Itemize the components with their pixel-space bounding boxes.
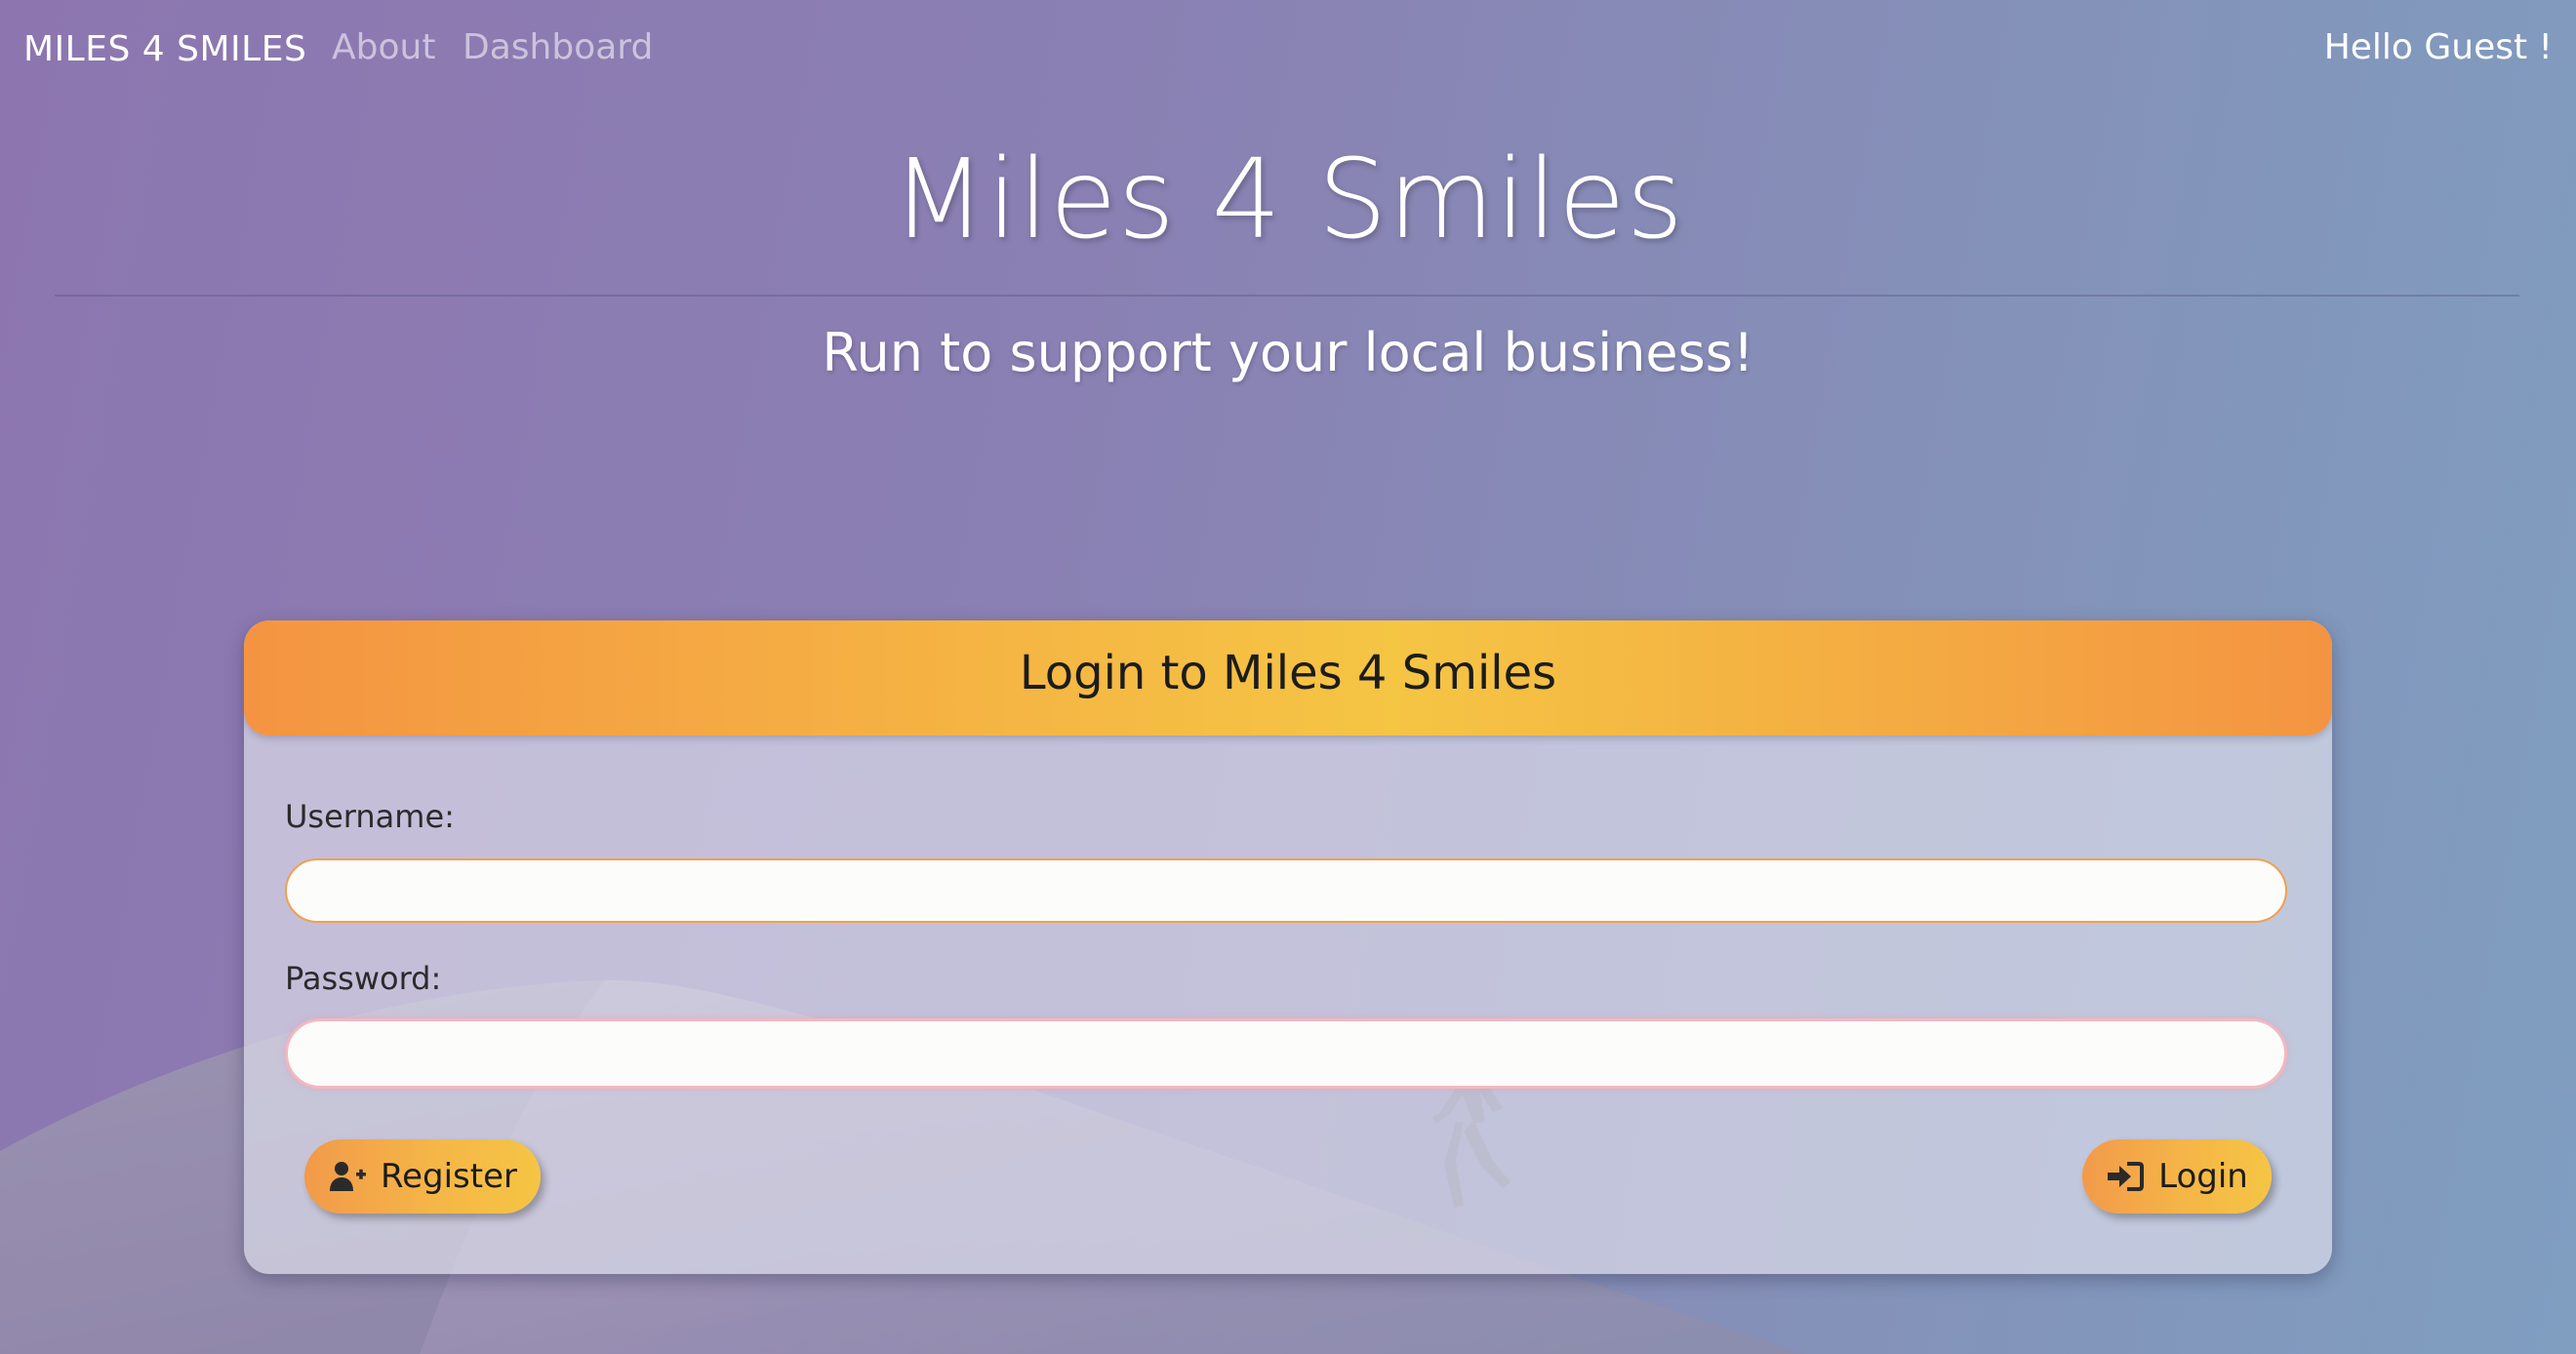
username-input[interactable] — [285, 858, 2287, 923]
sign-in-icon — [2108, 1162, 2145, 1191]
nav-link-dashboard[interactable]: Dashboard — [463, 27, 653, 67]
nav-link-about[interactable]: About — [332, 27, 435, 67]
hero-title: Miles 4 Smiles — [891, 137, 1685, 263]
username-label: Username: — [285, 798, 455, 835]
login-card: Login to Miles 4 Smiles Username: Passwo… — [244, 620, 2332, 1274]
password-input[interactable] — [285, 1018, 2287, 1089]
login-button-label: Login — [2158, 1157, 2248, 1196]
register-button-label: Register — [381, 1157, 517, 1196]
register-button[interactable]: Register — [304, 1139, 541, 1214]
login-button[interactable]: Login — [2082, 1139, 2272, 1214]
user-plus-icon — [330, 1162, 366, 1191]
hero-divider — [55, 295, 2519, 297]
brand-link[interactable]: MILES 4 SMILES — [23, 29, 306, 69]
user-greeting: Hello Guest ! — [2323, 27, 2553, 67]
hero-subtitle: Run to support your local business! — [822, 322, 1754, 383]
password-label: Password: — [285, 960, 442, 997]
login-card-header: Login to Miles 4 Smiles — [244, 620, 2332, 736]
login-card-title: Login to Miles 4 Smiles — [1019, 646, 1557, 700]
top-navbar: MILES 4 SMILES About Dashboard Hello Gue… — [0, 0, 2576, 98]
